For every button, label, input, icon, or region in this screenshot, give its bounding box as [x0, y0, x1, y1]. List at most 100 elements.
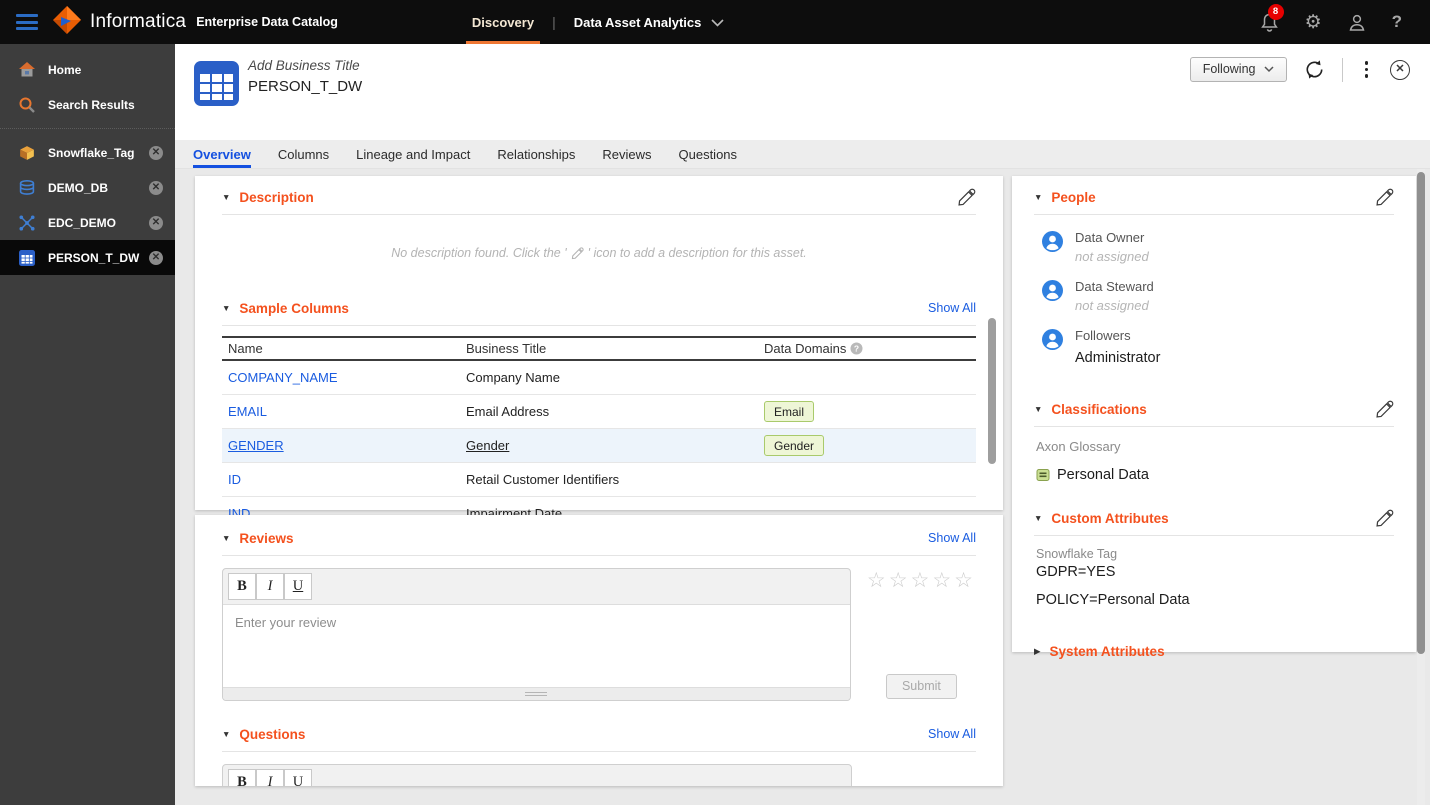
collapse-icon[interactable]: ▼ [1034, 192, 1042, 202]
kebab-menu-icon[interactable] [1359, 59, 1375, 80]
informatica-logo-icon [52, 5, 82, 40]
table-row[interactable]: COMPANY_NAME Company Name [222, 361, 976, 395]
following-button[interactable]: Following [1189, 57, 1287, 82]
collapse-icon[interactable]: ▼ [1034, 513, 1042, 523]
menu-icon[interactable] [16, 14, 38, 30]
classification-item[interactable]: Personal Data [1036, 467, 1394, 483]
star-icon[interactable]: ☆ [911, 569, 933, 592]
tab-lineage-and-impact[interactable]: Lineage and Impact [356, 140, 470, 168]
edit-classifications-pencil-icon[interactable] [1375, 400, 1394, 419]
collapse-icon[interactable]: ▼ [1034, 404, 1042, 414]
right-scrollbar-thumb[interactable] [1417, 172, 1425, 654]
edit-people-pencil-icon[interactable] [1375, 188, 1394, 207]
column-name-link[interactable]: ID [228, 472, 241, 487]
tab-reviews[interactable]: Reviews [602, 140, 651, 168]
sample-columns-show-all-link[interactable]: Show All [928, 301, 976, 315]
sidebar: Home Search Results Snowflake_Tag ✕ DEMO_D… [0, 44, 175, 805]
help-icon[interactable]: ? [1392, 12, 1402, 32]
column-name-link[interactable]: GENDER [228, 438, 284, 453]
table-icon [193, 60, 240, 112]
custom-attribute-value: GDPR=YES [1036, 564, 1116, 580]
sidebar-item-label: DEMO_DB [48, 180, 109, 195]
business-title-cell: Gender [466, 438, 510, 453]
tab-questions[interactable]: Questions [679, 140, 738, 168]
table-row[interactable]: EMAIL Email Address Email [222, 395, 976, 429]
questions-show-all-link[interactable]: Show All [928, 727, 976, 741]
italic-button[interactable]: I [256, 573, 284, 600]
review-input[interactable] [223, 605, 850, 687]
sidebar-item-person_t_dw[interactable]: PERSON_T_DW ✕ [0, 240, 175, 275]
nav-item-discovery[interactable]: Discovery [458, 0, 548, 44]
star-icon[interactable]: ☆ [954, 569, 976, 592]
star-icon[interactable]: ☆ [867, 569, 889, 592]
sidebar-divider [0, 128, 175, 129]
close-icon[interactable]: ✕ [149, 215, 163, 230]
search-icon [18, 97, 35, 113]
glossary-group-label: Axon Glossary [1036, 439, 1121, 454]
collapse-icon[interactable]: ▼ [222, 303, 230, 313]
editor-resize-handle[interactable] [223, 687, 850, 700]
bold-button[interactable]: B [228, 573, 256, 600]
sidebar-item-label: Snowflake_Tag [48, 145, 135, 160]
description-empty-text: No description found. Click the ' ' icon… [391, 246, 807, 260]
edit-description-pencil-icon[interactable] [957, 188, 976, 207]
close-icon[interactable]: ✕ [149, 250, 163, 265]
description-section-header: ▼ Description [222, 180, 976, 214]
sidebar-item-snowflake_tag[interactable]: Snowflake_Tag ✕ [0, 135, 175, 170]
data-domain-badge[interactable]: Email [764, 401, 815, 422]
chevron-down-icon [1263, 65, 1274, 72]
tab-columns[interactable]: Columns [278, 140, 329, 168]
collapse-icon[interactable]: ▼ [222, 192, 230, 202]
business-title-cell: Retail Customer Identifiers [466, 472, 620, 487]
custom-attributes-section-header: ▼ Custom Attributes [1034, 501, 1394, 535]
section-title: Reviews [239, 530, 294, 546]
close-icon[interactable]: ✕ [149, 145, 163, 160]
bell-icon[interactable]: 8 [1260, 3, 1284, 33]
avatar [1042, 329, 1063, 355]
column-name-link[interactable]: COMPANY_NAME [228, 370, 338, 385]
nav-item-data-asset-analytics[interactable]: Data Asset Analytics [560, 0, 739, 44]
italic-button[interactable]: I [256, 769, 284, 786]
collapse-icon[interactable]: ▼ [222, 729, 230, 739]
right-scrollbar[interactable] [1417, 169, 1425, 805]
user-icon[interactable] [1348, 13, 1366, 32]
actions-divider [1341, 57, 1343, 82]
refresh-icon[interactable] [1303, 58, 1326, 81]
underline-button[interactable]: U [284, 573, 312, 600]
close-icon[interactable]: ✕ [149, 180, 163, 195]
sidebar-item-search-results[interactable]: Search Results [0, 87, 175, 122]
star-icon[interactable]: ☆ [932, 569, 954, 592]
submit-button[interactable]: Submit [885, 674, 957, 699]
tab-relationships[interactable]: Relationships [497, 140, 575, 168]
avatar [1042, 231, 1063, 257]
home-icon [18, 62, 35, 77]
bold-button[interactable]: B [228, 769, 256, 786]
close-icon[interactable]: ✕ [1390, 59, 1410, 80]
business-title-cell: Company Name [466, 370, 560, 385]
tab-overview[interactable]: Overview [193, 140, 251, 168]
data-domain-badge[interactable]: Gender [764, 435, 825, 456]
review-editor: B I U [222, 568, 851, 701]
edit-custom-attributes-pencil-icon[interactable] [1375, 509, 1394, 528]
star-icon[interactable]: ☆ [889, 569, 911, 592]
chevron-down-icon[interactable] [711, 15, 724, 30]
sidebar-item-demo_db[interactable]: DEMO_DB ✕ [0, 170, 175, 205]
expand-icon[interactable]: ▶ [1034, 646, 1041, 657]
add-business-title[interactable]: Add Business Title [248, 58, 362, 73]
gear-icon[interactable]: ⚙ [1305, 13, 1322, 32]
pencil-icon [571, 246, 584, 259]
help-circle-icon[interactable]: ? [850, 342, 863, 355]
system-attributes-section-header: ▶ System Attributes [1034, 634, 1394, 668]
column-name-link[interactable]: EMAIL [228, 404, 267, 419]
classifications-section-header: ▼ Classifications [1034, 392, 1394, 426]
collapse-icon[interactable]: ▼ [222, 533, 230, 543]
underline-button[interactable]: U [284, 769, 312, 786]
table-row[interactable]: ID Retail Customer Identifiers [222, 463, 976, 497]
reviews-show-all-link[interactable]: Show All [928, 531, 976, 545]
sidebar-item-home[interactable]: Home [0, 52, 175, 87]
page-title: PERSON_T_DW [248, 78, 363, 95]
main-scrollbar-thumb[interactable] [988, 318, 996, 464]
sidebar-item-edc_demo[interactable]: EDC_DEMO ✕ [0, 205, 175, 240]
svg-text:?: ? [854, 343, 859, 353]
table-row[interactable]: GENDER Gender Gender [222, 429, 976, 463]
